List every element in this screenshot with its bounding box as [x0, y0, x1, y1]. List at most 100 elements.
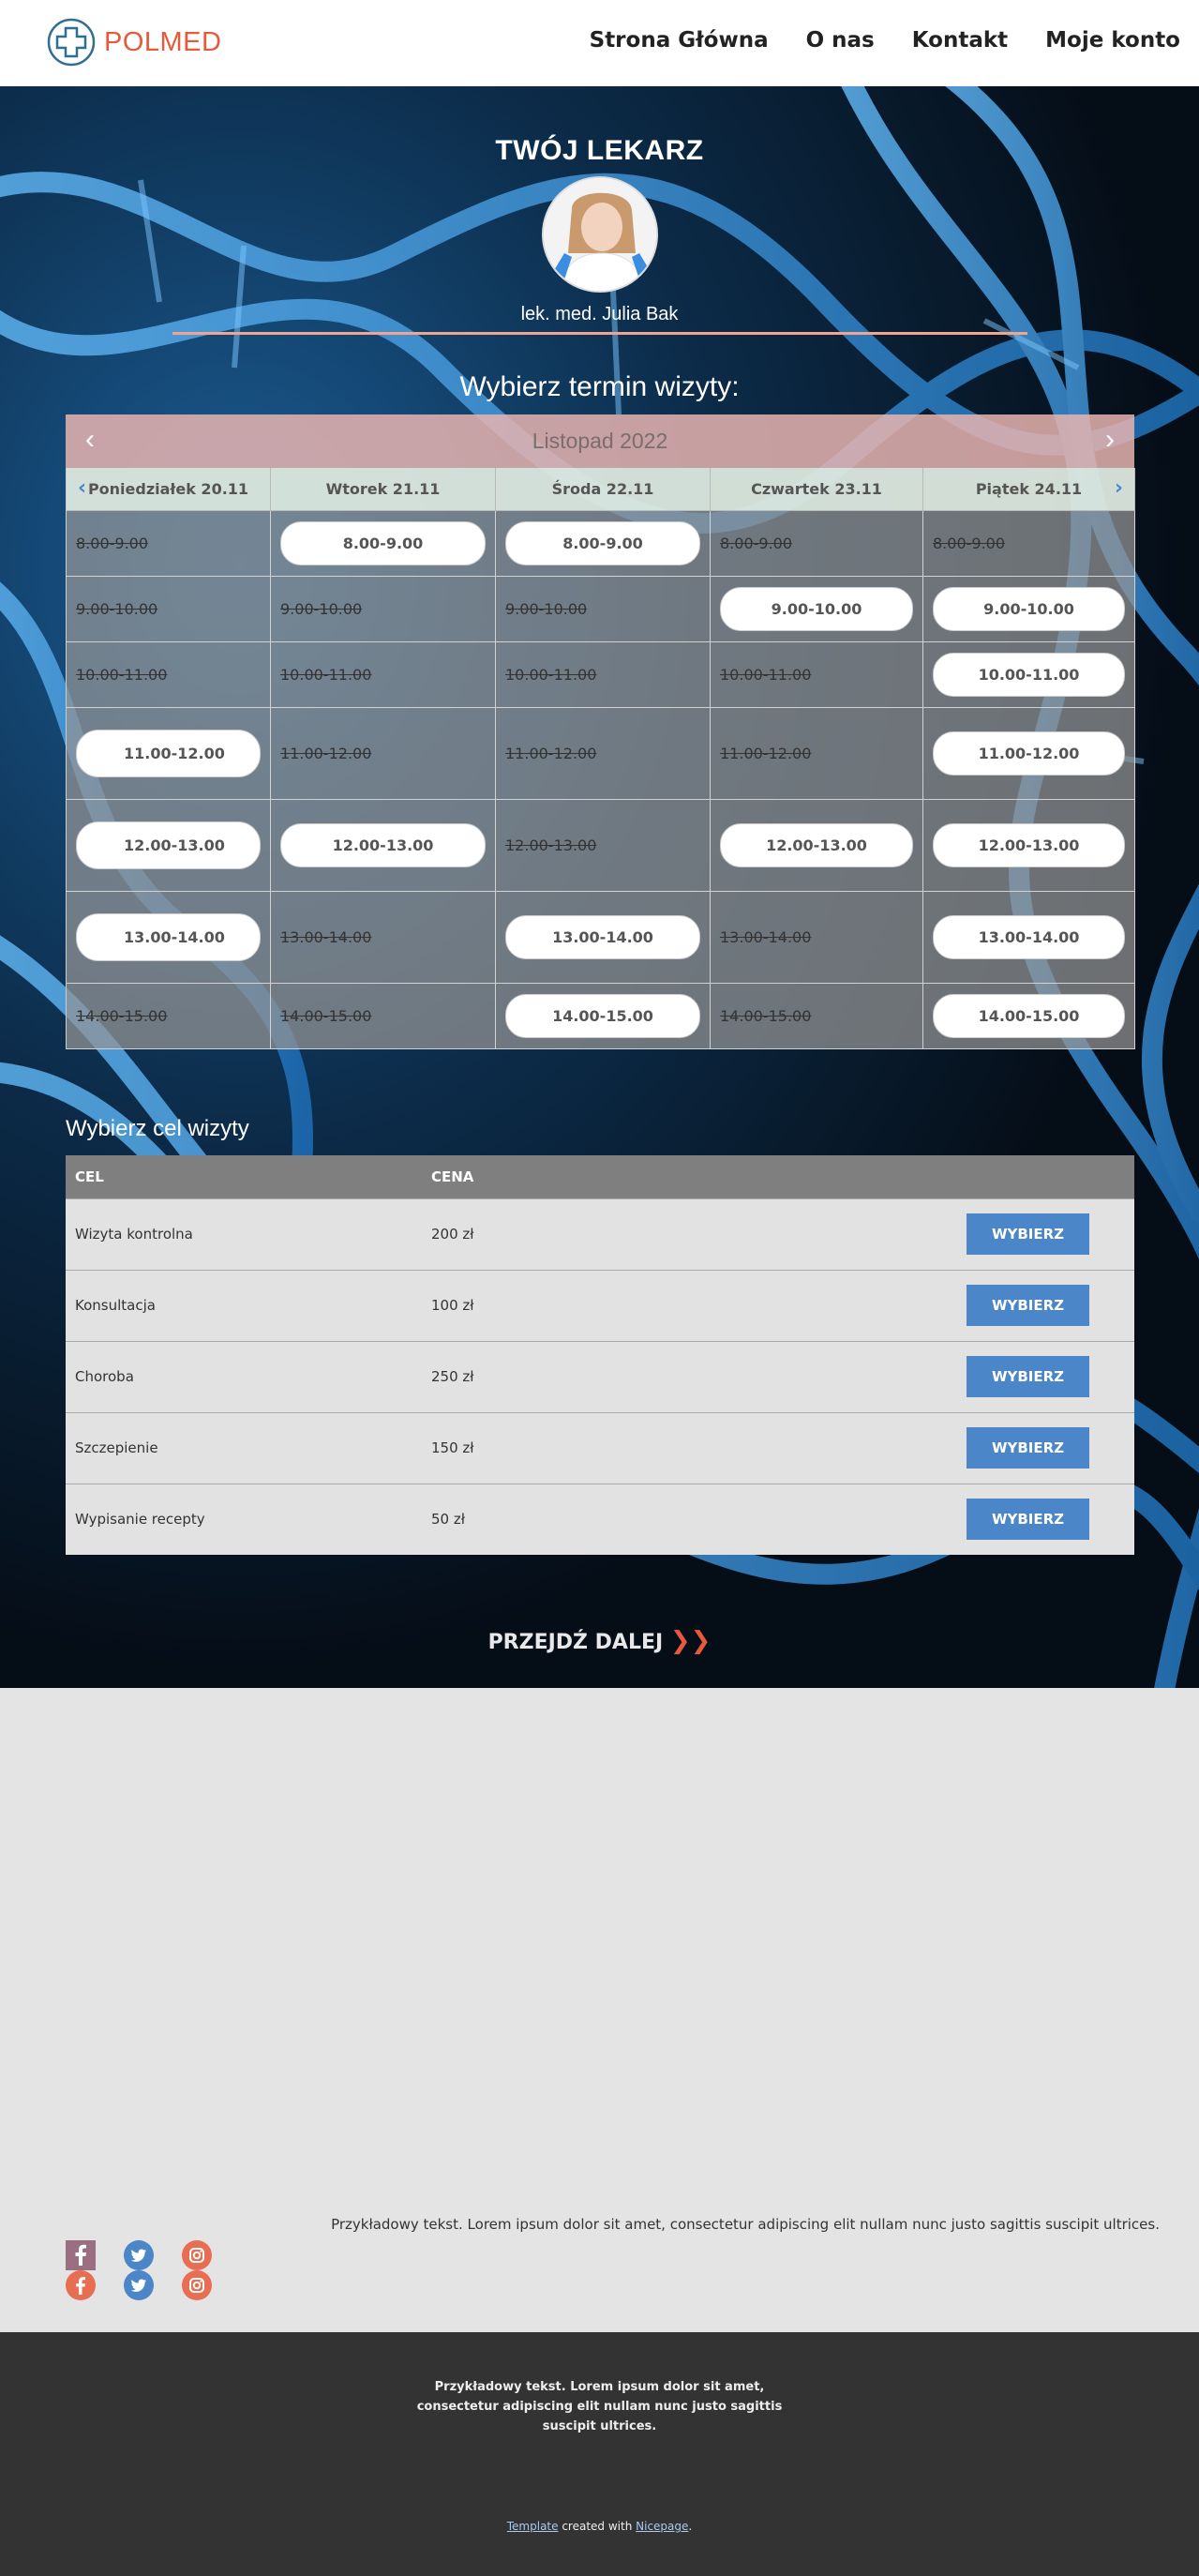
time-slot-unavailable: 11.00-12.00	[720, 745, 812, 762]
nav-about[interactable]: O nas	[806, 28, 875, 53]
purpose-goal: Konsultacja	[66, 1269, 422, 1341]
brand-name: POLMED	[104, 26, 222, 57]
next-month-icon[interactable]: ›	[1091, 414, 1129, 468]
select-purpose-button[interactable]: WYBIERZ	[967, 1427, 1089, 1469]
select-purpose-button[interactable]: WYBIERZ	[967, 1285, 1089, 1326]
purpose-price: 100 zł	[422, 1269, 872, 1341]
time-slot-unavailable: 9.00-10.00	[505, 600, 588, 618]
select-purpose-button[interactable]: WYBIERZ	[967, 1499, 1089, 1541]
time-slot-available[interactable]: 11.00-12.00	[933, 731, 1125, 776]
facebook-icon[interactable]	[66, 2240, 96, 2270]
calendar-cell: 11.00-12.00	[271, 708, 496, 800]
calendar-cell: 14.00-15.00	[923, 984, 1135, 1049]
instagram-icon[interactable]	[182, 2270, 212, 2300]
purpose-goal: Choroba	[66, 1340, 422, 1412]
purpose-price: 250 zł	[422, 1340, 872, 1412]
booking-section: TWÓJ LEKARZ lek. med. Julia Bak Wybierz …	[0, 86, 1199, 1688]
template-link[interactable]: Template	[507, 2520, 559, 2533]
next-week-icon[interactable]: ›	[1115, 476, 1123, 500]
calendar-cell: 12.00-13.00	[711, 800, 923, 892]
calendar-cell: 11.00-12.00	[496, 708, 711, 800]
time-slot-available[interactable]: 13.00-14.00	[933, 915, 1125, 959]
calendar-cell: 10.00-11.00	[496, 642, 711, 708]
doctor-photo	[544, 178, 656, 291]
table-header-row: CEL CENA	[66, 1155, 1134, 1198]
time-slot-available[interactable]: 14.00-15.00	[933, 994, 1125, 1038]
time-slot-available[interactable]: 12.00-13.00	[933, 823, 1125, 867]
time-slot-unavailable: 9.00-10.00	[280, 600, 363, 618]
instagram-icon[interactable]	[182, 2240, 212, 2270]
twitter-icon[interactable]	[124, 2240, 154, 2270]
next-step-link[interactable]: PRZEJDŹ DALEJ ❯❯	[0, 1627, 1199, 1655]
twitter-icon[interactable]	[124, 2270, 154, 2300]
day-label: Wtorek 21.11	[325, 480, 441, 498]
time-slot-available[interactable]: 13.00-14.00	[505, 915, 700, 959]
time-slot-unavailable: 13.00-14.00	[280, 928, 372, 946]
time-slot-unavailable: 8.00-9.00	[76, 535, 149, 552]
purpose-price: 200 zł	[422, 1198, 872, 1270]
time-slot-available[interactable]: 8.00-9.00	[280, 521, 486, 565]
purpose-action: WYBIERZ	[872, 1411, 1134, 1484]
facebook-icon[interactable]	[66, 2270, 96, 2300]
visit-purpose-section: Wybierz cel wizyty CEL CENA Wizyta kontr…	[66, 1116, 1134, 1555]
social-links	[66, 2240, 212, 2300]
calendar-month-label: Listopad 2022	[532, 429, 668, 453]
nav-contact[interactable]: Kontakt	[912, 28, 1008, 53]
footer-text-body: Przykładowy tekst. Lorem ipsum dolor sit…	[416, 2380, 783, 2433]
time-slot-available[interactable]: 13.00-14.00	[76, 912, 261, 962]
purpose-table: CEL CENA Wizyta kontrolna 200 zł WYBIERZ Ko…	[66, 1155, 1134, 1555]
day-header: Wtorek 21.11	[271, 468, 496, 511]
calendar-cell: 11.00-12.00	[711, 708, 923, 800]
time-slot-available[interactable]: 11.00-12.00	[76, 729, 261, 778]
medical-cross-icon	[47, 18, 96, 67]
calendar-cell: 8.00-9.00	[923, 511, 1135, 577]
time-slot-unavailable: 13.00-14.00	[720, 928, 812, 946]
calendar-cell: 9.00-10.00	[496, 577, 711, 642]
calendar-cell: 10.00-11.00	[67, 642, 271, 708]
doctor-name: lek. med. Julia Bak	[520, 304, 679, 324]
calendar-cell: 9.00-10.00	[271, 577, 496, 642]
footer-text: Przykładowy tekst. Lorem ipsum dolor sit…	[0, 2377, 1199, 2436]
calendar-cell: 12.00-13.00	[67, 800, 271, 892]
purpose-action: WYBIERZ	[872, 1198, 1134, 1270]
purpose-price: 150 zł	[422, 1411, 872, 1484]
table-row: Szczepienie 150 zł WYBIERZ	[66, 1411, 1134, 1484]
time-slot-unavailable: 8.00-9.00	[933, 535, 1006, 552]
prev-week-icon[interactable]: ‹	[78, 476, 86, 500]
logo[interactable]: POLMED	[46, 17, 221, 68]
calendar-cell: 8.00-9.00	[711, 511, 923, 577]
select-purpose-button[interactable]: WYBIERZ	[967, 1213, 1089, 1255]
time-slot-available[interactable]: 12.00-13.00	[280, 823, 486, 867]
purpose-goal: Wypisanie recepty	[66, 1483, 422, 1555]
main-nav: Strona Główna O nas Kontakt Moje konto	[590, 28, 1180, 53]
time-slot-available[interactable]: 14.00-15.00	[505, 994, 700, 1038]
nav-home[interactable]: Strona Główna	[590, 28, 769, 53]
calendar-cell: 13.00-14.00	[496, 892, 711, 984]
table-row: Wypisanie recepty 50 zł WYBIERZ	[66, 1483, 1134, 1555]
table-row: Konsultacja 100 zł WYBIERZ	[66, 1269, 1134, 1341]
site-footer: Przykładowy tekst. Lorem ipsum dolor sit…	[0, 2332, 1199, 2576]
time-slot-available[interactable]: 9.00-10.00	[933, 587, 1125, 631]
purpose-goal: Wizyta kontrolna	[66, 1198, 422, 1270]
day-header: Środa 22.11	[496, 468, 711, 511]
calendar-cell: 10.00-11.00	[923, 642, 1135, 708]
credit-text: created with	[558, 2520, 637, 2533]
day-label: Piątek 24.11	[975, 480, 1083, 498]
prev-month-icon[interactable]: ‹	[71, 414, 109, 468]
select-purpose-button[interactable]: WYBIERZ	[967, 1356, 1089, 1397]
time-slot-available[interactable]: 9.00-10.00	[720, 587, 913, 631]
purpose-action: WYBIERZ	[872, 1269, 1134, 1341]
sample-text: Przykładowy tekst. Lorem ipsum dolor sit…	[331, 2216, 1160, 2233]
nav-account[interactable]: Moje konto	[1045, 28, 1180, 53]
time-slot-available[interactable]: 8.00-9.00	[505, 521, 700, 565]
day-label: Środa 22.11	[551, 480, 654, 498]
time-slot-unavailable: 11.00-12.00	[505, 745, 597, 762]
time-slot-available[interactable]: 12.00-13.00	[76, 821, 261, 870]
day-header: Czwartek 23.11	[711, 468, 923, 511]
time-slot-unavailable: 14.00-15.00	[280, 1007, 372, 1025]
col-goal-header: CEL	[66, 1155, 422, 1198]
nicepage-link[interactable]: Nicepage	[636, 2520, 688, 2533]
time-slot-available[interactable]: 10.00-11.00	[933, 653, 1125, 697]
time-slot-available[interactable]: 12.00-13.00	[720, 823, 913, 867]
footer-credit: Template created with Nicepage.	[0, 2520, 1199, 2533]
